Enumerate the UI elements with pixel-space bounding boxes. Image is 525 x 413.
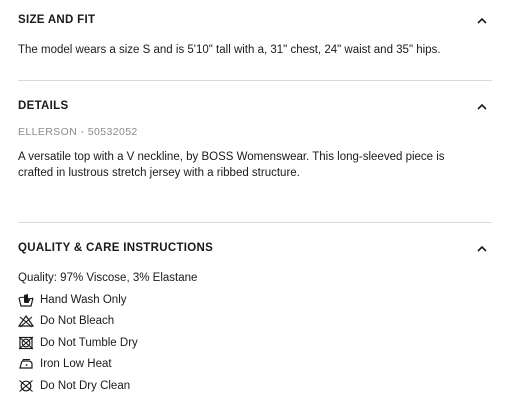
chevron-up-icon[interactable] <box>476 14 488 26</box>
care-item-no-dry-clean: Do Not Dry Clean <box>18 375 492 397</box>
no-tumble-dry-icon <box>18 336 34 350</box>
care-list: Hand Wash Only Do Not Bleach Do Not Tumb… <box>18 289 492 397</box>
care-item-label: Do Not Dry Clean <box>40 379 131 392</box>
composition-text: Quality: 97% Viscose, 3% Elastane <box>18 272 198 284</box>
chevron-up-icon[interactable] <box>476 242 488 254</box>
chevron-up-icon[interactable] <box>476 100 488 112</box>
care-item-label: Iron Low Heat <box>40 358 112 371</box>
iron-low-icon <box>18 357 34 371</box>
size-fit-section: SIZE AND FIT The model wears a size S an… <box>18 10 492 58</box>
details-text: A versatile top with a V neckline, by BO… <box>18 151 445 179</box>
product-sku: ELLERSON - 50532052 <box>18 126 138 138</box>
size-fit-text: The model wears a size S and is 5'10" ta… <box>18 44 441 56</box>
details-header[interactable]: DETAILS <box>18 96 492 116</box>
care-item-label: Hand Wash Only <box>40 293 127 306</box>
quality-care-header[interactable]: QUALITY & CARE INSTRUCTIONS <box>18 238 492 258</box>
quality-care-section: QUALITY & CARE INSTRUCTIONS Quality: 97%… <box>18 238 492 397</box>
size-fit-header[interactable]: SIZE AND FIT <box>18 10 492 30</box>
care-item-hand-wash: Hand Wash Only <box>18 289 492 311</box>
details-title: DETAILS <box>18 100 69 112</box>
size-fit-title: SIZE AND FIT <box>18 14 96 26</box>
divider <box>18 80 492 81</box>
care-item-label: Do Not Tumble Dry <box>40 336 138 349</box>
product-info-accordion: SIZE AND FIT The model wears a size S an… <box>0 0 525 413</box>
quality-care-title: QUALITY & CARE INSTRUCTIONS <box>18 242 214 254</box>
no-dry-clean-icon <box>18 379 34 393</box>
details-section: DETAILS ELLERSON - 50532052 A versatile … <box>18 96 492 181</box>
divider <box>18 222 492 223</box>
care-item-label: Do Not Bleach <box>40 315 115 328</box>
care-item-no-tumble-dry: Do Not Tumble Dry <box>18 332 492 354</box>
care-item-iron-low: Iron Low Heat <box>18 354 492 376</box>
hand-wash-icon <box>18 293 34 307</box>
no-bleach-icon <box>18 314 34 328</box>
care-item-no-bleach: Do Not Bleach <box>18 311 492 333</box>
